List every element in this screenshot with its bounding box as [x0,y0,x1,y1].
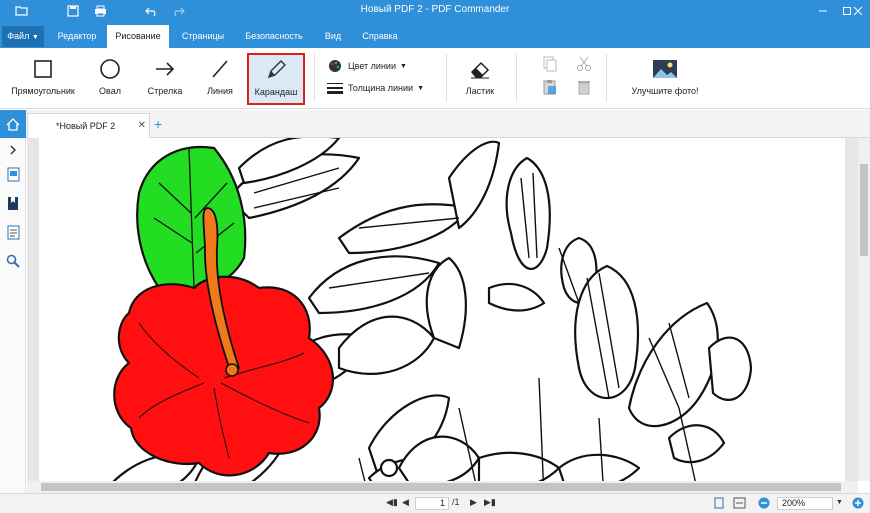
copy-button[interactable] [540,56,560,72]
zoom-in-icon[interactable] [852,497,864,511]
line-width-label: Толщина линии [348,83,414,93]
expand-panel-icon[interactable] [5,142,21,158]
close-icon[interactable] [846,0,870,21]
coloring-drawing[interactable] [39,138,845,481]
oval-icon [100,59,120,79]
oval-label: Овал [99,86,121,96]
total-pages: /1 [452,497,460,507]
tab-security[interactable]: Безопасность [238,25,310,48]
copy-icon [543,56,557,72]
chevron-down-icon: ▼ [417,84,425,92]
arrow-icon [156,62,175,76]
title-bar: Новый PDF 2 - PDF Commander [0,0,870,21]
thumbnails-icon[interactable] [5,166,21,182]
bookmarks-icon[interactable] [5,195,21,211]
add-tab-icon[interactable]: + [154,116,162,132]
ribbon-divider [314,54,315,102]
last-page-icon[interactable]: ▶▮ [484,497,496,508]
minimize-icon[interactable] [811,0,835,21]
notes-icon[interactable] [5,224,21,240]
eraser-button[interactable]: Ластик [457,54,503,104]
tab-drawing[interactable]: Рисование [107,25,169,48]
previous-page-icon[interactable]: ◀ [402,497,409,508]
ribbon-tabs: Файл ▼ Редактор Рисование Страницы Безоп… [0,21,870,48]
line-color-dropdown[interactable]: Цвет линии ▼ [327,58,407,74]
home-button[interactable] [0,110,26,138]
tab-view[interactable]: Вид [314,25,352,48]
home-icon [6,117,20,131]
next-page-icon[interactable]: ▶ [470,497,477,508]
left-side-panel [0,138,26,493]
vertical-scroll-thumb[interactable] [860,164,868,256]
tab-help[interactable]: Справка [356,25,404,48]
enhance-photo-label: Улучшите фото! [631,86,699,96]
zoom-select[interactable]: 200% [777,497,833,510]
oval-button[interactable]: Овал [90,54,130,104]
tab-file-label: Файл [7,31,30,41]
palette-icon [329,60,341,72]
pencil-button[interactable]: Карандаш [247,53,305,105]
horizontal-scroll-thumb[interactable] [41,483,841,491]
window-title: Новый PDF 2 - PDF Commander [360,4,510,15]
zoom-out-icon[interactable] [758,497,770,511]
chevron-down-icon: ▼ [31,34,39,41]
pencil-icon [267,60,286,79]
photo-icon [653,60,677,78]
zoom-value: 200% [782,498,806,508]
line-width-icon [327,83,343,94]
eraser-label: Ластик [465,86,495,96]
single-page-view-icon[interactable] [713,497,725,511]
scissors-icon [577,56,591,71]
close-tab-icon[interactable]: ✕ [138,120,146,131]
document-tab-label: *Новый PDF 2 [56,121,116,131]
line-color-label: Цвет линии [348,61,396,71]
vertical-scrollbar[interactable] [858,138,870,481]
search-icon[interactable] [5,253,21,269]
line-button[interactable]: Линия [200,54,240,104]
line-label: Линия [207,86,233,96]
cut-button[interactable] [574,56,594,72]
paste-icon [543,80,556,95]
ribbon-toolbar: Прямоугольник Овал Стрелка Линия Каранда… [0,48,870,109]
pdf-page[interactable] [39,138,845,481]
ribbon-divider [446,54,447,102]
rectangle-label: Прямоугольник [11,86,75,96]
chevron-down-icon: ▼ [399,62,407,70]
eraser-icon [470,61,490,79]
status-bar: ◀▮ ◀ 1 /1 ▶ ▶▮ 200% ▼ [0,493,870,513]
arrow-button[interactable]: Стрелка [143,54,187,104]
delete-button[interactable] [574,79,594,95]
line-width-dropdown[interactable]: Толщина линии ▼ [327,80,424,96]
document-tabs: *Новый PDF 2 ✕ + [0,110,870,138]
horizontal-scrollbar[interactable] [27,481,858,493]
enhance-photo-button[interactable]: Улучшите фото! [626,54,704,104]
trash-icon [578,81,590,95]
chevron-down-icon[interactable]: ▼ [836,499,843,506]
pencil-label: Карандаш [254,87,298,97]
document-canvas[interactable] [27,138,858,481]
first-page-icon[interactable]: ◀▮ [386,497,398,508]
fit-width-icon[interactable] [733,497,746,511]
arrow-label: Стрелка [147,86,183,96]
tab-file[interactable]: Файл ▼ [2,26,44,47]
paste-button[interactable] [540,79,560,95]
tab-pages[interactable]: Страницы [172,25,234,48]
rectangle-button[interactable]: Прямоугольник [6,54,80,104]
document-tab[interactable]: *Новый PDF 2 ✕ [27,113,150,138]
ribbon-divider [606,54,607,102]
line-icon [212,60,228,78]
rectangle-icon [34,60,52,78]
page-number-input[interactable]: 1 [415,497,449,510]
tab-editor[interactable]: Редактор [48,25,106,48]
ribbon-divider [516,54,517,102]
